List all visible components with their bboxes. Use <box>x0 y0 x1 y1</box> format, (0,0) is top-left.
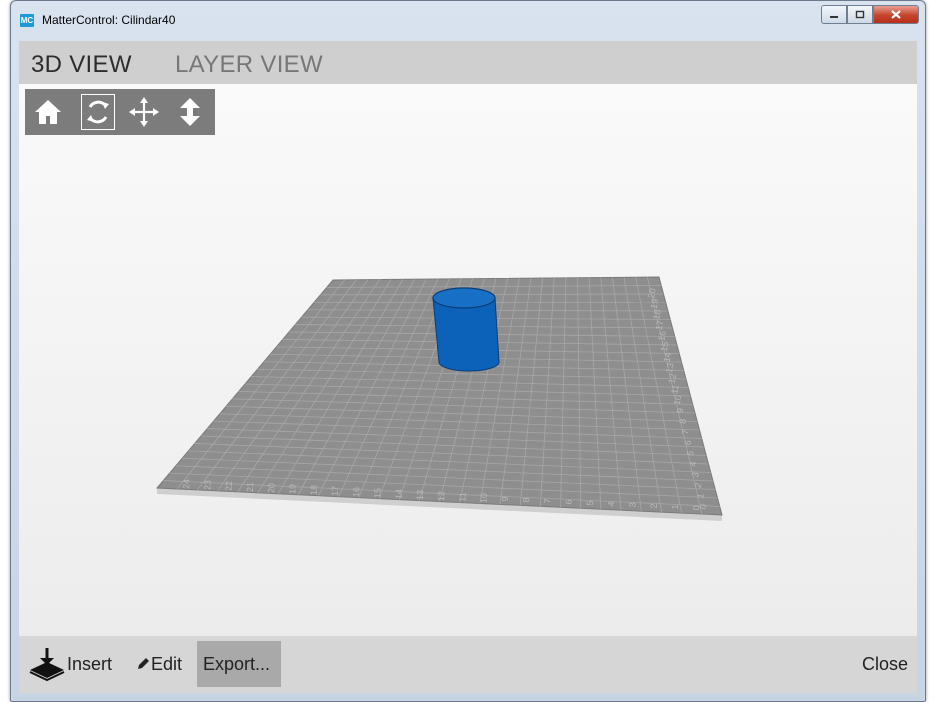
cylinder-object[interactable] <box>432 287 500 372</box>
bed-front-label: 24 <box>181 479 191 489</box>
view-controls-toolbar <box>25 89 215 135</box>
3d-viewport[interactable]: 24 23 22 21 20 19 18 17 16 15 14 13 12 11 10 9 8 7 6 5 4 3 2 1 0… <box>19 84 917 636</box>
home-view-button[interactable] <box>31 94 65 130</box>
view-tab-bar: 3D VIEW LAYER VIEW <box>19 41 917 84</box>
bed-front-label: 21 <box>245 482 255 492</box>
home-icon <box>35 100 61 124</box>
move-icon <box>129 97 159 127</box>
bed-front-label: 8 <box>521 497 531 502</box>
bed-front-label: 23 <box>202 480 212 490</box>
bed-front-label: 15 <box>372 488 382 498</box>
app-icon: MC <box>20 14 34 27</box>
zoom-view-button[interactable] <box>173 94 207 130</box>
bed-side-label: 15 <box>659 341 671 353</box>
bottom-toolbar: Insert Edit Export... Close <box>19 636 917 693</box>
export-button[interactable]: Export... <box>197 641 281 687</box>
bed-front-label: 17 <box>330 486 340 496</box>
main-content: 3D VIEW LAYER VIEW 24 23 22 21 20 19 18 17 16 15 1… <box>19 41 917 693</box>
maximize-icon <box>855 10 865 19</box>
bed-front-label: 4 <box>606 501 616 506</box>
zoom-icon <box>180 98 200 126</box>
bed-side-label: 19 <box>649 298 661 310</box>
window-controls <box>821 5 919 24</box>
bed-front-label: 2 <box>649 503 659 508</box>
bed-front-label: 22 <box>224 481 234 491</box>
cylinder-top <box>432 287 496 309</box>
bed-front-label: 18 <box>309 485 319 495</box>
bed-front-label: 10 <box>479 493 489 503</box>
bed-side-label: 11 <box>669 384 680 395</box>
bed-front-label: 14 <box>394 489 404 499</box>
tab-layer-view[interactable]: LAYER VIEW <box>175 51 323 79</box>
app-window: MC MatterControl: Cilindar40 3D VIEW LAY… <box>10 0 926 702</box>
bed-front-label: 5 <box>585 500 595 505</box>
bed-side-label: 18 <box>651 309 663 321</box>
title-bar[interactable]: MC MatterControl: Cilindar40 <box>11 1 925 41</box>
pencil-icon <box>138 658 149 669</box>
bed-side-label: 14 <box>661 351 673 363</box>
bed-front-label: 16 <box>351 487 361 497</box>
bed-front-label: 13 <box>415 490 425 500</box>
rotate-view-button[interactable] <box>81 94 115 130</box>
window-title: MatterControl: Cilindar40 <box>42 13 176 27</box>
close-button[interactable]: Close <box>862 641 908 687</box>
bed-side-label: 16 <box>656 330 668 342</box>
bed-side-label: 20 <box>646 287 658 299</box>
insert-label: Insert <box>67 653 113 674</box>
cylinder-body <box>432 297 500 372</box>
bed-side-label: 13 <box>664 362 676 374</box>
insert-button[interactable]: Insert <box>27 641 112 687</box>
rotate-icon <box>87 100 109 124</box>
edit-label: Edit <box>151 653 183 674</box>
close-window-button[interactable] <box>873 5 919 24</box>
minimize-button[interactable] <box>821 5 847 24</box>
bed-side-label: 12 <box>667 373 679 385</box>
minimize-icon <box>830 15 838 18</box>
bed-side-label: 17 <box>654 319 666 331</box>
bed-front-label: 3 <box>627 502 637 507</box>
3d-scene[interactable]: 24 23 22 21 20 19 18 17 16 15 14 13 12 11 10 9 8 7 6 5 4 3 2 1 0… <box>19 84 917 636</box>
close-icon <box>891 10 901 19</box>
edit-button[interactable]: Edit <box>135 641 182 687</box>
bed-side-label: 10 <box>672 394 684 406</box>
bed-front-label: 6 <box>564 499 574 504</box>
bed-front-label: 20 <box>266 483 276 493</box>
maximize-button[interactable] <box>847 5 873 24</box>
bed-front-label: 9 <box>500 496 510 501</box>
tab-3d-view[interactable]: 3D VIEW <box>31 51 132 79</box>
bed-front-label: 1 <box>670 504 680 509</box>
bed-front-label: 11 <box>457 492 467 502</box>
pan-view-button[interactable] <box>127 94 161 130</box>
insert-icon <box>29 648 65 682</box>
bed-front-label: 7 <box>542 498 552 503</box>
bed-front-label: 12 <box>436 491 446 501</box>
bed-front-label: 19 <box>287 484 297 494</box>
